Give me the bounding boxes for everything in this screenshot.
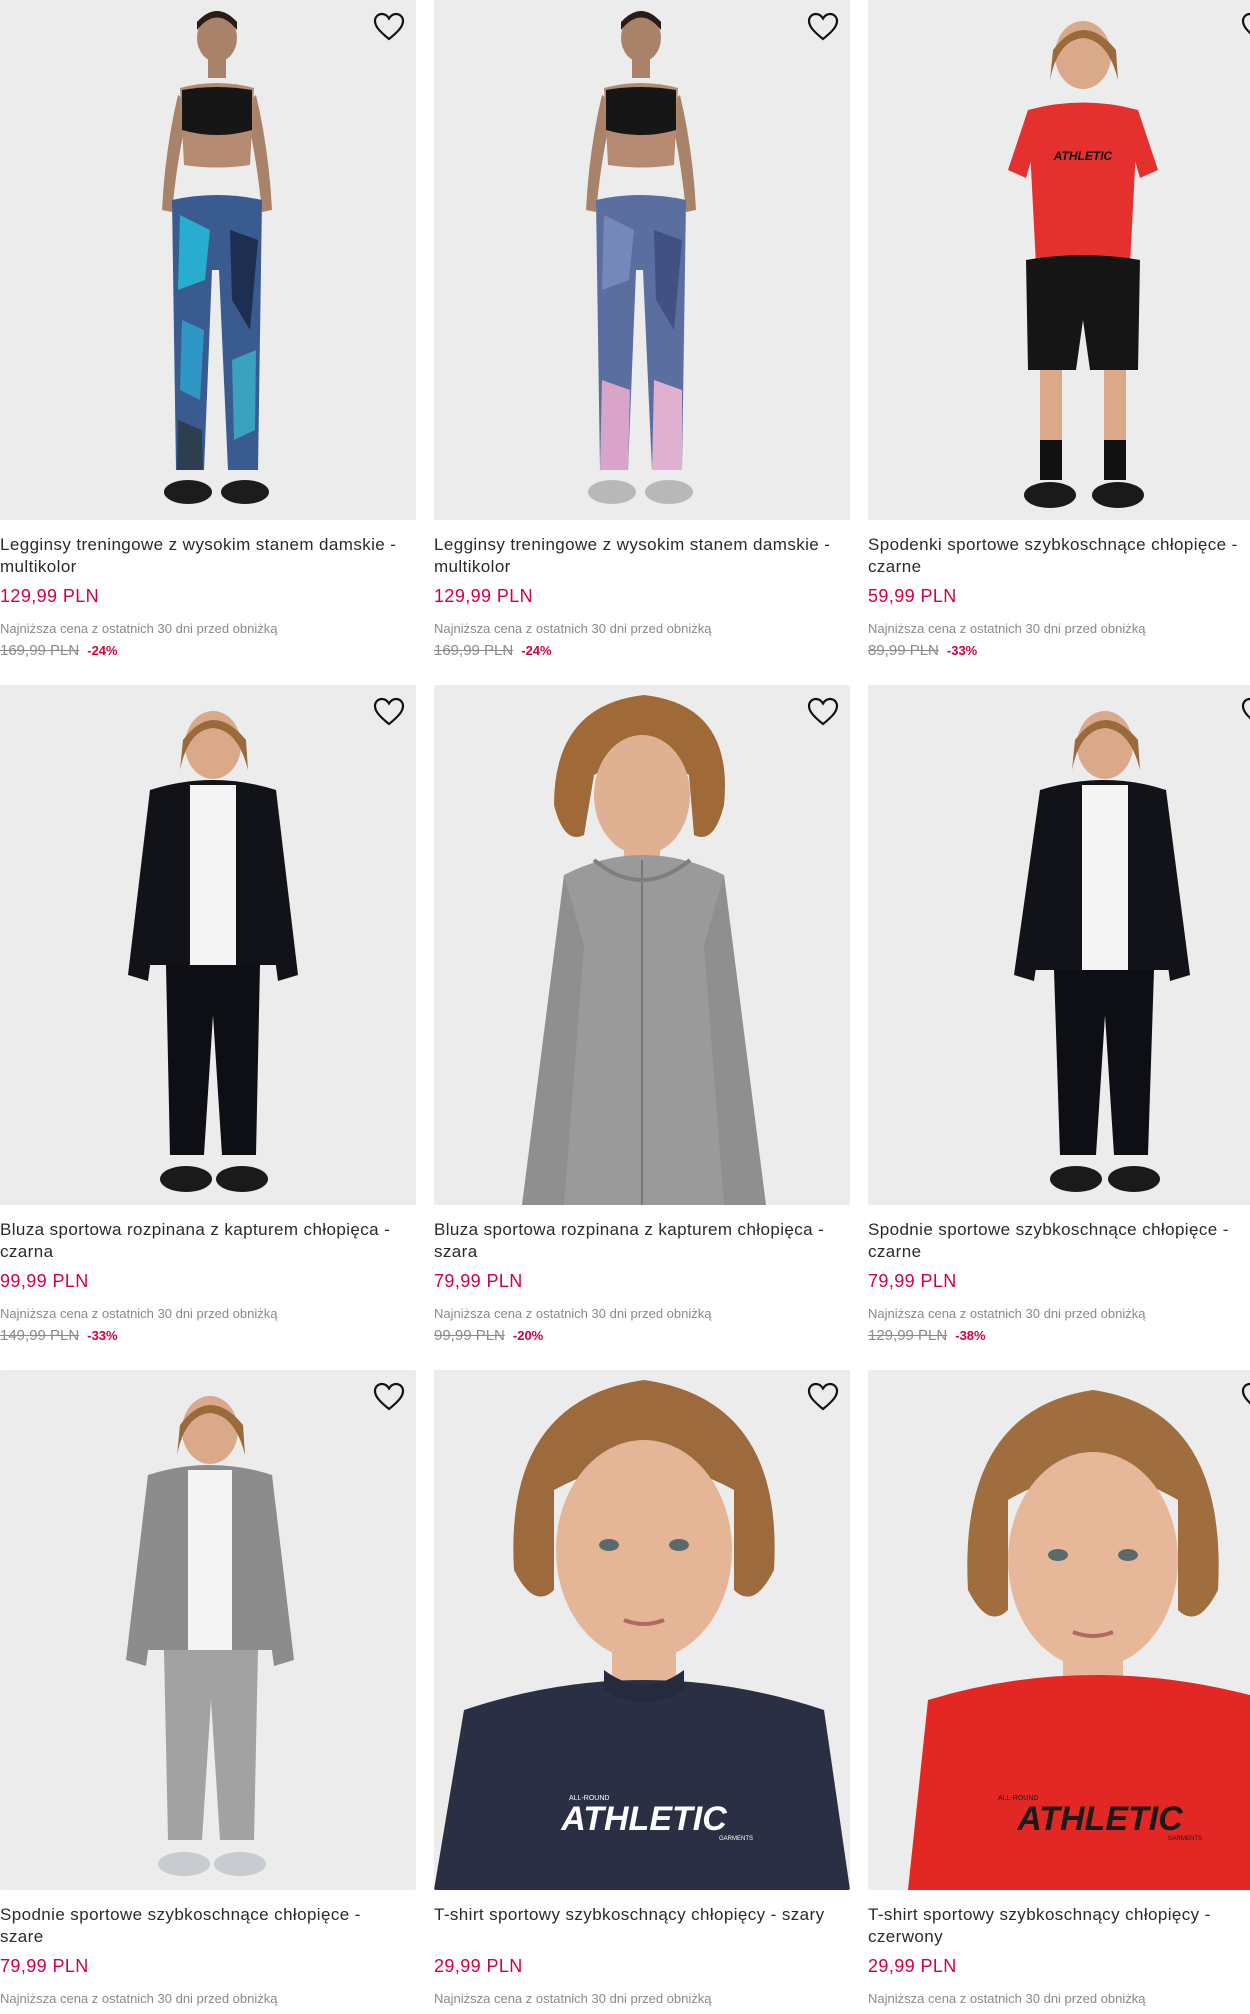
old-price-row: 169,99 PLN -24% [0,642,118,659]
product-price: 29,99 PLN [434,1956,523,1976]
old-price: 89,99 PLN [868,642,939,659]
product-name[interactable]: Spodenki sportowe szybkoschnące chłopięc… [868,534,1250,578]
shirt-print-text: ATHLETIC [560,1800,727,1838]
discount-badge: -38% [955,1328,986,1343]
heart-outline-icon [1241,697,1250,720]
old-price: 129,99 PLN [868,1327,948,1344]
shirt-print-small: ALL-ROUND [998,1795,1038,1802]
favorite-button[interactable] [804,1378,842,1416]
discount-badge: -33% [87,1328,118,1343]
product-photo-leggings-pastel [434,0,850,520]
lowest-price-label: Najniższa cena z ostatnich 30 dni przed … [0,1991,278,2006]
old-price: 169,99 PLN [0,642,80,659]
lowest-price-label: Najniższa cena z ostatnich 30 dni przed … [868,1306,1146,1321]
heart-outline-icon [807,1382,839,1411]
product-photo-pants-black [868,685,1250,1205]
product-price: 59,99 PLN [868,586,957,606]
product-name[interactable]: Spodnie sportowe szybkoschnące chłopięce… [868,1219,1250,1263]
product-image[interactable] [434,0,850,520]
favorite-button[interactable] [370,8,408,46]
old-price: 149,99 PLN [0,1327,80,1344]
shirt-print-small: ALL-ROUND [569,1795,609,1802]
favorite-button[interactable] [1238,1378,1250,1416]
product-name[interactable]: T-shirt sportowy szybkoschnący chłopięcy… [868,1904,1250,1948]
product-price: 79,99 PLN [434,1271,523,1291]
old-price-row: 129,99 PLN -38% [868,1327,986,1344]
product-name[interactable]: T-shirt sportowy szybkoschnący chłopięcy… [434,1904,834,1926]
product-image[interactable] [868,685,1250,1205]
heart-outline-icon [807,12,839,41]
shirt-print-brand: GARMENTS [1168,1836,1202,1842]
product-name[interactable]: Bluza sportowa rozpinana z kapturem chło… [434,1219,834,1263]
product-grid: Legginsy treningowe z wysokim stanem dam… [0,0,1250,2014]
discount-badge: -20% [512,1328,544,1343]
product-price: 99,99 PLN [0,1271,89,1291]
favorite-button[interactable] [804,8,842,46]
old-price-row: 169,99 PLN -24% [434,642,552,659]
product-image[interactable]: ATHLETIC ALL-ROUND GARMENTS [868,1370,1250,1890]
lowest-price-label: Najniższa cena z ostatnich 30 dni przed … [434,1991,712,2006]
product-photo-hoodie-grey [434,685,850,1205]
product-image[interactable] [434,685,850,1205]
heart-outline-icon [1241,1382,1250,1405]
heart-outline-icon [373,1382,405,1411]
product-image[interactable]: ATHLETIC ALL-ROUND GARMENTS [434,1370,850,1890]
product-photo-tshirt-red: ATHLETIC ALL-ROUND GARMENTS [868,1370,1250,1890]
product-photo-leggings-blue [0,0,416,520]
discount-badge: -24% [87,643,118,658]
favorite-button[interactable] [1238,8,1250,46]
lowest-price-label: Najniższa cena z ostatnich 30 dni przed … [868,621,1146,636]
shirt-print-text: ATHLETIC [1016,1800,1183,1838]
lowest-price-label: Najniższa cena z ostatnich 30 dni przed … [0,621,278,636]
favorite-button[interactable] [370,1378,408,1416]
product-name[interactable]: Legginsy treningowe z wysokim stanem dam… [434,534,834,578]
shirt-print-brand: GARMENTS [719,1836,753,1842]
old-price: 99,99 PLN [434,1327,505,1344]
product-name[interactable]: Legginsy treningowe z wysokim stanem dam… [0,534,400,578]
product-price: 29,99 PLN [868,1956,957,1976]
old-price-row: 99,99 PLN -20% [434,1327,543,1344]
product-price: 129,99 PLN [434,586,534,606]
product-price: 79,99 PLN [0,1956,89,1976]
product-photo-pants-grey [0,1370,416,1890]
shirt-print-text: ATHLETIC [1053,149,1113,163]
product-image[interactable] [0,1370,416,1890]
old-price-row: 89,99 PLN -33% [868,642,977,659]
product-price: 79,99 PLN [868,1271,957,1291]
lowest-price-label: Najniższa cena z ostatnich 30 dni przed … [434,1306,712,1321]
product-image[interactable]: ATHLETIC [868,0,1250,520]
lowest-price-label: Najniższa cena z ostatnich 30 dni przed … [434,621,712,636]
discount-badge: -33% [946,643,978,658]
lowest-price-label: Najniższa cena z ostatnich 30 dni przed … [0,1306,278,1321]
product-image[interactable] [0,685,416,1205]
product-photo-tshirt-navy: ATHLETIC ALL-ROUND GARMENTS [434,1370,850,1890]
product-price: 129,99 PLN [0,586,100,606]
favorite-button[interactable] [1238,693,1250,731]
product-photo-shorts-black: ATHLETIC [868,0,1250,520]
product-photo-hoodie-black [0,685,416,1205]
favorite-button[interactable] [370,693,408,731]
product-name[interactable]: Bluza sportowa rozpinana z kapturem chło… [0,1219,400,1263]
old-price: 169,99 PLN [434,642,514,659]
product-name[interactable]: Spodnie sportowe szybkoschnące chłopięce… [0,1904,400,1948]
product-image[interactable] [0,0,416,520]
old-price-row: 149,99 PLN -33% [0,1327,118,1344]
discount-badge: -24% [521,643,552,658]
heart-outline-icon [373,12,405,41]
favorite-button[interactable] [804,693,842,731]
heart-outline-icon [1241,12,1250,35]
heart-outline-icon [373,697,405,726]
heart-outline-icon [807,697,839,726]
lowest-price-label: Najniższa cena z ostatnich 30 dni przed … [868,1991,1146,2006]
